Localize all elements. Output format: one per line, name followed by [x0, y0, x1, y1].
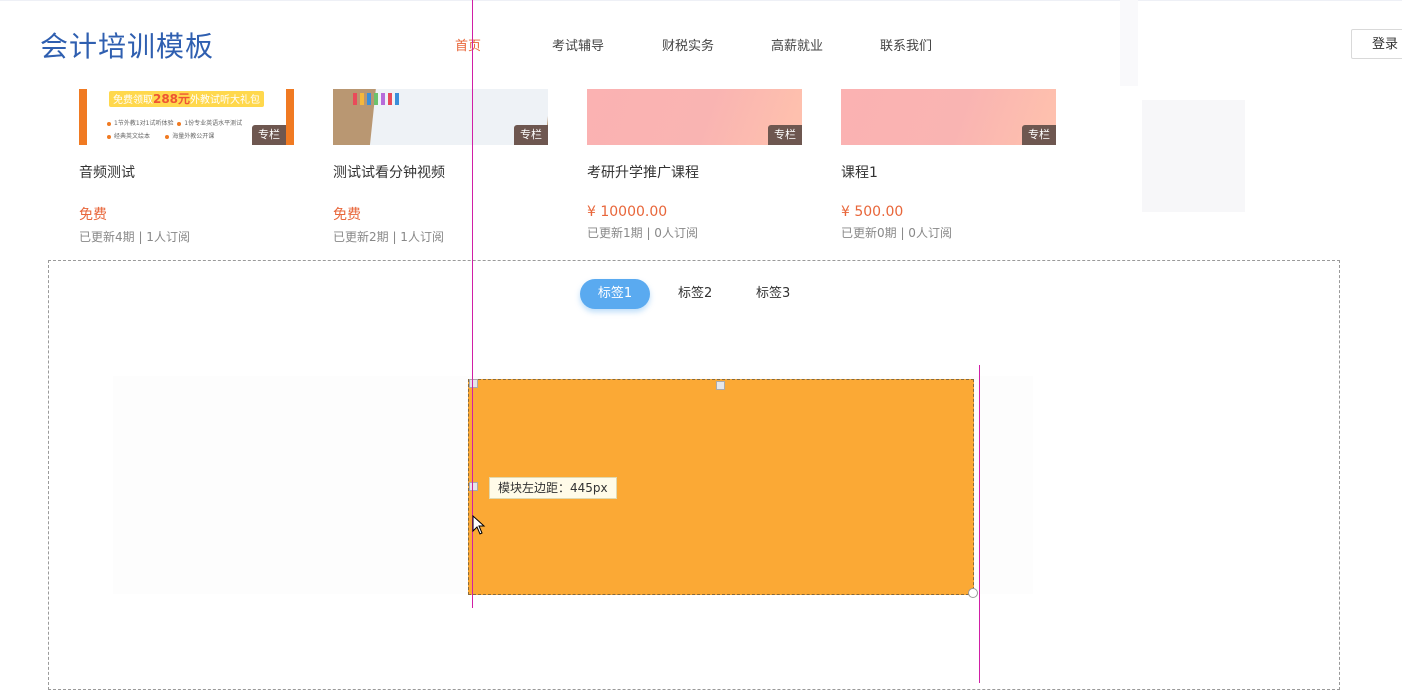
alignment-guide-right [979, 365, 980, 683]
column-badge: 专栏 [1022, 125, 1056, 145]
course-card[interactable]: 专栏 考研升学推广课程 ¥ 10000.00 已更新1期 | 0人订阅 [587, 89, 802, 241]
course-thumbnail[interactable]: 专栏 [587, 89, 802, 145]
resize-handle-icon[interactable] [716, 381, 725, 390]
placeholder-strip [1120, 0, 1138, 86]
placeholder-block [1142, 100, 1245, 212]
course-meta: 已更新1期 | 0人订阅 [587, 226, 698, 240]
course-thumbnail[interactable]: 专栏 [841, 89, 1056, 145]
course-title[interactable]: 测试试看分钟视频 [333, 162, 548, 182]
course-meta: 已更新0期 | 0人订阅 [841, 226, 952, 240]
course-meta: 已更新4期 | 1人订阅 [79, 230, 190, 244]
cursor-arrow-icon [472, 515, 486, 535]
tab-1[interactable]: 标签1 [580, 279, 650, 309]
course-meta: 已更新2期 | 1人订阅 [333, 230, 444, 244]
tab-2[interactable]: 标签2 [678, 279, 712, 309]
column-badge: 专栏 [514, 125, 548, 145]
course-card[interactable]: 免费领取288元外教试听大礼包 1节外教1对1试听体验 1份专业英语水平测试 经… [79, 89, 294, 245]
course-thumbnail[interactable]: 专栏 [333, 89, 548, 145]
nav-item-tax[interactable]: 财税实务 [662, 35, 714, 54]
course-price: ¥ 10000.00 [587, 204, 668, 220]
chart-photo [353, 93, 399, 105]
course-thumbnail[interactable]: 免费领取288元外教试听大礼包 1节外教1对1试听体验 1份专业英语水平测试 经… [79, 89, 294, 145]
nav-item-home[interactable]: 首页 [455, 35, 481, 54]
tab-3[interactable]: 标签3 [756, 279, 790, 309]
course-card[interactable]: 专栏 测试试看分钟视频 免费 已更新2期 | 1人订阅 [333, 89, 548, 245]
course-price: 免费 [79, 207, 107, 223]
course-title[interactable]: 音频测试 [79, 162, 294, 182]
site-header: 会计培训模板 首页 考试辅导 财税实务 高薪就业 联系我们 登录 [0, 0, 1402, 86]
course-title[interactable]: 课程1 [841, 162, 1056, 182]
column-badge: 专栏 [252, 125, 286, 145]
nav-item-jobs[interactable]: 高薪就业 [771, 35, 823, 54]
course-price: 免费 [333, 207, 361, 223]
nav-item-exam[interactable]: 考试辅导 [552, 35, 604, 54]
promo-banner: 免费领取288元外教试听大礼包 [109, 91, 264, 107]
resize-corner-handle[interactable] [968, 588, 978, 598]
column-badge: 专栏 [768, 125, 802, 145]
course-price: ¥ 500.00 [841, 204, 904, 220]
course-card[interactable]: 专栏 课程1 ¥ 500.00 已更新0期 | 0人订阅 [841, 89, 1056, 241]
site-logo[interactable]: 会计培训模板 [40, 25, 214, 65]
resize-handle-icon[interactable] [469, 482, 478, 491]
course-title[interactable]: 考研升学推广课程 [587, 162, 802, 182]
login-button[interactable]: 登录 [1351, 29, 1402, 59]
margin-tooltip: 模块左边距：445px [489, 477, 617, 499]
nav-item-contact[interactable]: 联系我们 [880, 35, 932, 54]
resize-handle-icon[interactable] [469, 379, 478, 388]
